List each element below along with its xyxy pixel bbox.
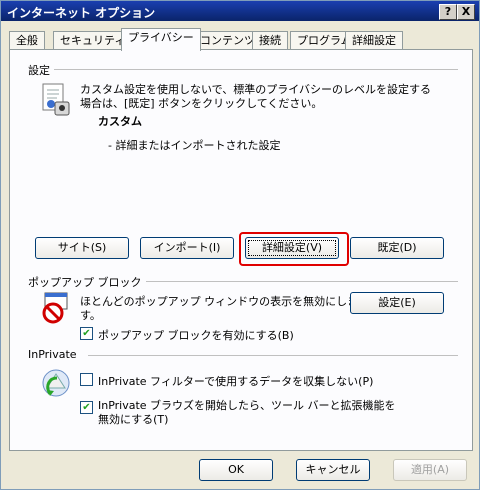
privacy-document-icon — [39, 82, 73, 118]
popup-blocker-checkbox[interactable]: ✔ — [80, 327, 93, 340]
inprivate-icon — [39, 366, 73, 400]
settings-divider — [48, 69, 458, 70]
inprivate-filter-checkbox-label[interactable]: InPrivate フィルターで使用するデータを収集しない(P) — [98, 373, 373, 389]
popup-description-line1: ほとんどのポップアップ ウィンドウの表示を無効にしま — [80, 295, 359, 308]
popup-blocker-icon — [39, 291, 73, 325]
popup-group-label: ポップアップ ブロック — [28, 274, 146, 290]
advanced-button[interactable]: 詳細設定(V) — [245, 237, 339, 259]
ok-button[interactable]: OK — [199, 459, 273, 481]
settings-group-label: 設定 — [28, 62, 54, 78]
inprivate-disable-toolbars-label-line2[interactable]: 無効にする(T) — [98, 411, 168, 427]
help-button[interactable]: ? — [439, 4, 457, 20]
inprivate-divider — [88, 355, 458, 356]
internet-options-dialog: インターネット オプション ? X 全般 セキュリティ プライバシー コンテンツ… — [0, 0, 480, 490]
tab-connections[interactable]: 接続 — [252, 31, 288, 50]
inprivate-filter-checkbox[interactable] — [80, 373, 93, 386]
sites-button[interactable]: サイト(S) — [35, 237, 129, 259]
title-bar[interactable]: インターネット オプション ? X — [1, 1, 479, 21]
popup-divider — [128, 281, 458, 282]
window-title: インターネット オプション — [7, 6, 156, 20]
default-button[interactable]: 既定(D) — [350, 237, 444, 259]
privacy-panel: 設定 カスタム設定を使用しないで、標準のプライバシーのレベルを設定する 場合は、… — [9, 49, 473, 451]
popup-settings-button[interactable]: 設定(E) — [350, 292, 444, 314]
import-button[interactable]: インポート(I) — [140, 237, 234, 259]
privacy-level-title: カスタム — [98, 115, 142, 128]
popup-description-line2: す。 — [80, 309, 101, 322]
popup-blocker-checkbox-label[interactable]: ポップアップ ブロックを有効にする(B) — [98, 327, 294, 343]
inprivate-group-label: InPrivate — [28, 348, 81, 361]
settings-description-line2: 場合は、[既定] ボタンをクリックしてください。 — [80, 97, 323, 110]
inprivate-disable-toolbars-checkbox[interactable]: ✔ — [80, 401, 93, 414]
tab-advanced[interactable]: 詳細設定 — [345, 31, 403, 50]
tab-general[interactable]: 全般 — [9, 31, 45, 50]
tab-privacy[interactable]: プライバシー — [121, 28, 201, 51]
apply-button[interactable]: 適用(A) — [393, 459, 467, 481]
cancel-button[interactable]: キャンセル — [296, 459, 370, 481]
close-button[interactable]: X — [457, 4, 475, 20]
privacy-level-detail: - 詳細またはインポートされた設定 — [108, 139, 281, 152]
